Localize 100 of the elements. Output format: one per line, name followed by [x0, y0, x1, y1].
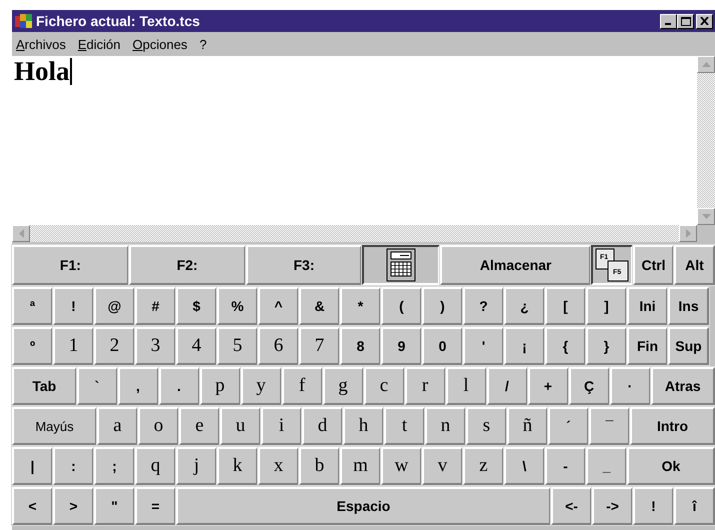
keyboard-key[interactable]: :	[53, 447, 94, 485]
keyboard-key[interactable]: 7	[299, 327, 340, 365]
keyboard-key[interactable]: {	[545, 327, 586, 365]
keyboard-key[interactable]: u	[220, 407, 261, 445]
keyboard-key[interactable]: w	[381, 447, 422, 485]
scroll-right-button[interactable]	[679, 225, 697, 242]
keyboard-key[interactable]: F1:	[12, 245, 129, 285]
keyboard-key[interactable]: $	[176, 287, 217, 325]
keyboard-key[interactable]: F3:	[246, 245, 362, 285]
maximize-button[interactable]	[677, 14, 694, 28]
keyboard-key[interactable]: î	[674, 487, 715, 525]
keyboard-key[interactable]: f	[282, 367, 322, 405]
close-button[interactable]	[696, 14, 713, 28]
keyboard-key[interactable]: "	[94, 487, 135, 525]
keyboard-key[interactable]: -	[545, 447, 586, 485]
keyboard-key[interactable]: Sup	[668, 327, 709, 365]
keyboard-key[interactable]: x	[258, 447, 299, 485]
keyboard-key[interactable]: Alt	[674, 245, 715, 285]
keyboard-key[interactable]: º	[12, 327, 53, 365]
keyboard-key[interactable]: ->	[592, 487, 633, 525]
keyboard-key[interactable]: ¯	[589, 407, 630, 445]
keyboard-key[interactable]: ^	[258, 287, 299, 325]
keyboard-key[interactable]: k	[217, 447, 258, 485]
keyboard-key[interactable]: z	[463, 447, 504, 485]
keyboard-key[interactable]: 4	[176, 327, 217, 365]
keyboard-key[interactable]: #	[135, 287, 176, 325]
keyboard-key[interactable]: Ins	[668, 287, 709, 325]
keyboard-key[interactable]: q	[135, 447, 176, 485]
keyboard-key[interactable]: .	[158, 367, 200, 405]
keyboard-key[interactable]: ñ	[507, 407, 548, 445]
keyboard-key[interactable]: Atras	[650, 367, 715, 405]
keyboard-key[interactable]: F2:	[128, 245, 246, 285]
keyboard-key[interactable]: *	[340, 287, 381, 325]
keyboard-key[interactable]: Intro	[630, 407, 715, 445]
keyboard-key[interactable]: Espacio	[176, 487, 551, 525]
keyboard-key[interactable]: =	[135, 487, 176, 525]
keyboard-key[interactable]: 2	[94, 327, 135, 365]
keyboard-key[interactable]: ]	[586, 287, 627, 325]
keyboard-key[interactable]: m	[340, 447, 381, 485]
scroll-down-button[interactable]	[697, 208, 715, 225]
keyboard-key[interactable]: r	[404, 367, 446, 405]
menu-item[interactable]: ?	[199, 36, 207, 52]
keyboard-key[interactable]: )	[422, 287, 463, 325]
keyboard-key[interactable]: !	[53, 287, 94, 325]
keyboard-key[interactable]: Tab	[12, 367, 76, 405]
keyboard-key[interactable]: ?	[463, 287, 504, 325]
keyboard-key[interactable]: [	[545, 287, 586, 325]
keyboard-key[interactable]: }	[586, 327, 627, 365]
keyboard-key[interactable]: ¿	[504, 287, 545, 325]
keyboard-key[interactable]: 9	[381, 327, 422, 365]
keyboard-key[interactable]: h	[343, 407, 384, 445]
keyboard-key[interactable]: ·	[610, 367, 650, 405]
keyboard-key[interactable]: '	[463, 327, 504, 365]
keyboard-key[interactable]: \	[504, 447, 545, 485]
keyboard-key[interactable]: Ctrl	[633, 245, 674, 285]
keyboard-key[interactable]: <	[12, 487, 53, 525]
keyboard-key[interactable]: +	[528, 367, 568, 405]
keyboard-key[interactable]: Ok	[627, 447, 715, 485]
keyboard-key[interactable]: d	[302, 407, 343, 445]
keyboard-key[interactable]: y	[240, 367, 282, 405]
keyboard-key[interactable]: l	[446, 367, 486, 405]
keyboard-key[interactable]: Ç	[568, 367, 610, 405]
keyboard-key[interactable]: s	[466, 407, 507, 445]
menu-item[interactable]: Opciones	[132, 36, 188, 52]
menu-item[interactable]: Archivos	[16, 36, 66, 52]
minimize-button[interactable]	[660, 14, 677, 28]
keyboard-key[interactable]: a	[97, 407, 138, 445]
keyboard-key[interactable]: c	[364, 367, 404, 405]
keyboard-key[interactable]: g	[322, 367, 364, 405]
keyboard-key[interactable]: o	[138, 407, 179, 445]
keyboard-key[interactable]: b	[299, 447, 340, 485]
calculator-key[interactable]	[362, 245, 440, 285]
keyboard-key[interactable]: Almacenar	[440, 245, 592, 285]
keyboard-key[interactable]: _	[586, 447, 627, 485]
keyboard-key[interactable]: v	[422, 447, 463, 485]
keyboard-key[interactable]: %	[217, 287, 258, 325]
keyboard-key[interactable]: e	[179, 407, 220, 445]
vertical-scrollbar[interactable]	[697, 56, 715, 225]
keyboard-key[interactable]: Ini	[627, 287, 668, 325]
keyboard-key[interactable]: >	[53, 487, 94, 525]
horizontal-scrollbar[interactable]	[12, 225, 697, 242]
keyboard-key[interactable]: ,	[118, 367, 158, 405]
keyboard-key[interactable]: n	[425, 407, 466, 445]
keyboard-key[interactable]: /	[486, 367, 528, 405]
keyboard-key[interactable]: (	[381, 287, 422, 325]
keyboard-key[interactable]: 8	[340, 327, 381, 365]
keyboard-key[interactable]: !	[633, 487, 674, 525]
scroll-left-button[interactable]	[12, 225, 30, 242]
keyboard-key[interactable]: i	[261, 407, 302, 445]
keyboard-key[interactable]: @	[94, 287, 135, 325]
keyboard-key[interactable]: 3	[135, 327, 176, 365]
keyboard-key[interactable]: 0	[422, 327, 463, 365]
keyboard-key[interactable]: 6	[258, 327, 299, 365]
keyboard-key[interactable]: ¡	[504, 327, 545, 365]
keyboard-key[interactable]: t	[384, 407, 425, 445]
keyboard-key[interactable]: `	[76, 367, 118, 405]
keyboard-key[interactable]: |	[12, 447, 53, 485]
keyboard-key[interactable]: p	[200, 367, 240, 405]
keyboard-key[interactable]: 5	[217, 327, 258, 365]
keyboard-key[interactable]: &	[299, 287, 340, 325]
